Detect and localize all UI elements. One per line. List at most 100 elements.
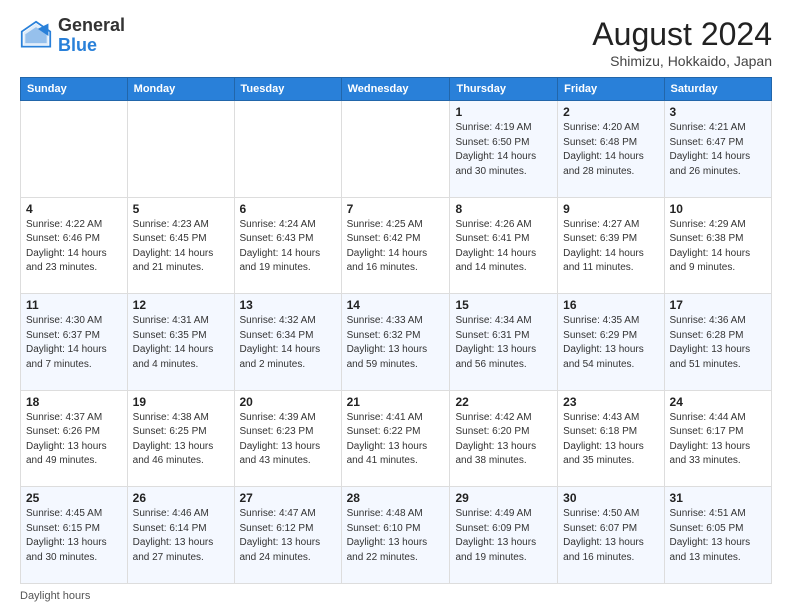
day-info: Sunrise: 4:31 AM Sunset: 6:35 PM Dayligh…	[133, 314, 229, 372]
day-info: Sunrise: 4:19 AM Sunset: 6:50 PM Dayligh…	[455, 121, 552, 179]
calendar-cell: 10 Sunrise: 4:29 AM Sunset: 6:38 PM Dayli…	[664, 197, 771, 294]
calendar-cell: 13 Sunrise: 4:32 AM Sunset: 6:34 PM Dayli…	[234, 294, 341, 391]
calendar-cell: 29 Sunrise: 4:49 AM Sunset: 6:09 PM Dayli…	[450, 487, 558, 584]
calendar-cell: 28 Sunrise: 4:48 AM Sunset: 6:10 PM Dayli…	[341, 487, 450, 584]
calendar-cell: 4 Sunrise: 4:22 AM Sunset: 6:46 PM Daylig…	[21, 197, 128, 294]
day-number: 8	[455, 202, 552, 216]
calendar-week-row: 4 Sunrise: 4:22 AM Sunset: 6:46 PM Daylig…	[21, 197, 772, 294]
calendar-cell: 15Sunrise: 4:34 AM Sunset: 6:31 PM Dayli…	[450, 294, 558, 391]
day-info: Sunrise: 4:32 AM Sunset: 6:34 PM Dayligh…	[240, 314, 336, 372]
calendar-cell	[234, 101, 341, 198]
calendar-cell: 14Sunrise: 4:33 AM Sunset: 6:32 PM Dayli…	[341, 294, 450, 391]
calendar-cell: 21 Sunrise: 4:41 AM Sunset: 6:22 PM Dayli…	[341, 390, 450, 487]
subtitle: Shimizu, Hokkaido, Japan	[592, 53, 772, 69]
day-number: 23	[563, 395, 658, 409]
day-info: Sunrise: 4:38 AM Sunset: 6:25 PM Dayligh…	[133, 411, 229, 469]
calendar-cell: 18 Sunrise: 4:37 AM Sunset: 6:26 PM Dayli…	[21, 390, 128, 487]
day-info: Sunrise: 4:29 AM Sunset: 6:38 PM Dayligh…	[670, 218, 766, 276]
main-title: August 2024	[592, 16, 772, 53]
logo-icon	[20, 20, 52, 52]
day-number: 29	[455, 491, 552, 505]
day-info: Sunrise: 4:25 AM Sunset: 6:42 PM Dayligh…	[347, 218, 445, 276]
day-info: Sunrise: 4:22 AM Sunset: 6:46 PM Dayligh…	[26, 218, 122, 276]
day-number: 2	[563, 105, 658, 119]
day-info: Sunrise: 4:42 AM Sunset: 6:20 PM Dayligh…	[455, 411, 552, 469]
logo: General Blue	[20, 16, 125, 56]
calendar-cell: 25Sunrise: 4:45 AM Sunset: 6:15 PM Dayli…	[21, 487, 128, 584]
day-info: Sunrise: 4:21 AM Sunset: 6:47 PM Dayligh…	[670, 121, 766, 179]
calendar-cell	[341, 101, 450, 198]
day-number: 31	[670, 491, 766, 505]
day-of-week-header: Monday	[127, 78, 234, 101]
day-info: Sunrise: 4:30 AM Sunset: 6:37 PM Dayligh…	[26, 314, 122, 372]
day-info: Sunrise: 4:35 AM Sunset: 6:29 PM Dayligh…	[563, 314, 658, 372]
calendar-cell: 17 Sunrise: 4:36 AM Sunset: 6:28 PM Dayli…	[664, 294, 771, 391]
day-number: 30	[563, 491, 658, 505]
day-of-week-header: Wednesday	[341, 78, 450, 101]
day-number: 21	[347, 395, 445, 409]
day-number: 19	[133, 395, 229, 409]
footer: Daylight hours	[20, 590, 772, 602]
day-number: 1	[455, 105, 552, 119]
day-info: Sunrise: 4:34 AM Sunset: 6:31 PM Dayligh…	[455, 314, 552, 372]
day-info: Sunrise: 4:37 AM Sunset: 6:26 PM Dayligh…	[26, 411, 122, 469]
day-number: 25	[26, 491, 122, 505]
day-info: Sunrise: 4:41 AM Sunset: 6:22 PM Dayligh…	[347, 411, 445, 469]
day-number: 11	[26, 298, 122, 312]
calendar-cell: 19 Sunrise: 4:38 AM Sunset: 6:25 PM Dayli…	[127, 390, 234, 487]
day-info: Sunrise: 4:46 AM Sunset: 6:14 PM Dayligh…	[133, 507, 229, 565]
calendar-cell: 30 Sunrise: 4:50 AM Sunset: 6:07 PM Dayli…	[558, 487, 664, 584]
day-number: 18	[26, 395, 122, 409]
calendar-cell: 8 Sunrise: 4:26 AM Sunset: 6:41 PM Daylig…	[450, 197, 558, 294]
day-info: Sunrise: 4:48 AM Sunset: 6:10 PM Dayligh…	[347, 507, 445, 565]
calendar-cell: 3Sunrise: 4:21 AM Sunset: 6:47 PM Daylig…	[664, 101, 771, 198]
calendar-cell	[21, 101, 128, 198]
day-of-week-header: Saturday	[664, 78, 771, 101]
day-number: 20	[240, 395, 336, 409]
day-number: 10	[670, 202, 766, 216]
header-row: SundayMondayTuesdayWednesdayThursdayFrid…	[21, 78, 772, 101]
day-number: 16	[563, 298, 658, 312]
day-info: Sunrise: 4:44 AM Sunset: 6:17 PM Dayligh…	[670, 411, 766, 469]
day-number: 5	[133, 202, 229, 216]
day-info: Sunrise: 4:26 AM Sunset: 6:41 PM Dayligh…	[455, 218, 552, 276]
day-number: 26	[133, 491, 229, 505]
day-of-week-header: Friday	[558, 78, 664, 101]
day-info: Sunrise: 4:36 AM Sunset: 6:28 PM Dayligh…	[670, 314, 766, 372]
calendar-cell: 31 Sunrise: 4:51 AM Sunset: 6:05 PM Dayli…	[664, 487, 771, 584]
day-number: 27	[240, 491, 336, 505]
calendar-cell: 16 Sunrise: 4:35 AM Sunset: 6:29 PM Dayli…	[558, 294, 664, 391]
day-number: 7	[347, 202, 445, 216]
calendar-cell: 27 Sunrise: 4:47 AM Sunset: 6:12 PM Dayli…	[234, 487, 341, 584]
calendar-cell: 11 Sunrise: 4:30 AM Sunset: 6:37 PM Dayli…	[21, 294, 128, 391]
calendar-cell: 12Sunrise: 4:31 AM Sunset: 6:35 PM Dayli…	[127, 294, 234, 391]
day-info: Sunrise: 4:33 AM Sunset: 6:32 PM Dayligh…	[347, 314, 445, 372]
day-info: Sunrise: 4:47 AM Sunset: 6:12 PM Dayligh…	[240, 507, 336, 565]
day-info: Sunrise: 4:27 AM Sunset: 6:39 PM Dayligh…	[563, 218, 658, 276]
day-number: 17	[670, 298, 766, 312]
day-number: 4	[26, 202, 122, 216]
calendar-cell: 23 Sunrise: 4:43 AM Sunset: 6:18 PM Dayli…	[558, 390, 664, 487]
calendar-cell: 9Sunrise: 4:27 AM Sunset: 6:39 PM Daylig…	[558, 197, 664, 294]
day-number: 22	[455, 395, 552, 409]
calendar-cell: 5 Sunrise: 4:23 AM Sunset: 6:45 PM Daylig…	[127, 197, 234, 294]
calendar-table: SundayMondayTuesdayWednesdayThursdayFrid…	[20, 77, 772, 584]
day-number: 13	[240, 298, 336, 312]
calendar-week-row: 25Sunrise: 4:45 AM Sunset: 6:15 PM Dayli…	[21, 487, 772, 584]
calendar-week-row: 1 Sunrise: 4:19 AM Sunset: 6:50 PM Daylig…	[21, 101, 772, 198]
day-info: Sunrise: 4:23 AM Sunset: 6:45 PM Dayligh…	[133, 218, 229, 276]
logo-text: General Blue	[58, 16, 125, 56]
day-of-week-header: Thursday	[450, 78, 558, 101]
calendar-cell: 2Sunrise: 4:20 AM Sunset: 6:48 PM Daylig…	[558, 101, 664, 198]
day-info: Sunrise: 4:49 AM Sunset: 6:09 PM Dayligh…	[455, 507, 552, 565]
calendar-cell: 7 Sunrise: 4:25 AM Sunset: 6:42 PM Daylig…	[341, 197, 450, 294]
day-number: 28	[347, 491, 445, 505]
day-info: Sunrise: 4:24 AM Sunset: 6:43 PM Dayligh…	[240, 218, 336, 276]
day-info: Sunrise: 4:50 AM Sunset: 6:07 PM Dayligh…	[563, 507, 658, 565]
calendar-cell: 22 Sunrise: 4:42 AM Sunset: 6:20 PM Dayli…	[450, 390, 558, 487]
day-info: Sunrise: 4:43 AM Sunset: 6:18 PM Dayligh…	[563, 411, 658, 469]
calendar-header: SundayMondayTuesdayWednesdayThursdayFrid…	[21, 78, 772, 101]
calendar-cell: 20Sunrise: 4:39 AM Sunset: 6:23 PM Dayli…	[234, 390, 341, 487]
calendar-week-row: 18 Sunrise: 4:37 AM Sunset: 6:26 PM Dayli…	[21, 390, 772, 487]
day-info: Sunrise: 4:51 AM Sunset: 6:05 PM Dayligh…	[670, 507, 766, 565]
